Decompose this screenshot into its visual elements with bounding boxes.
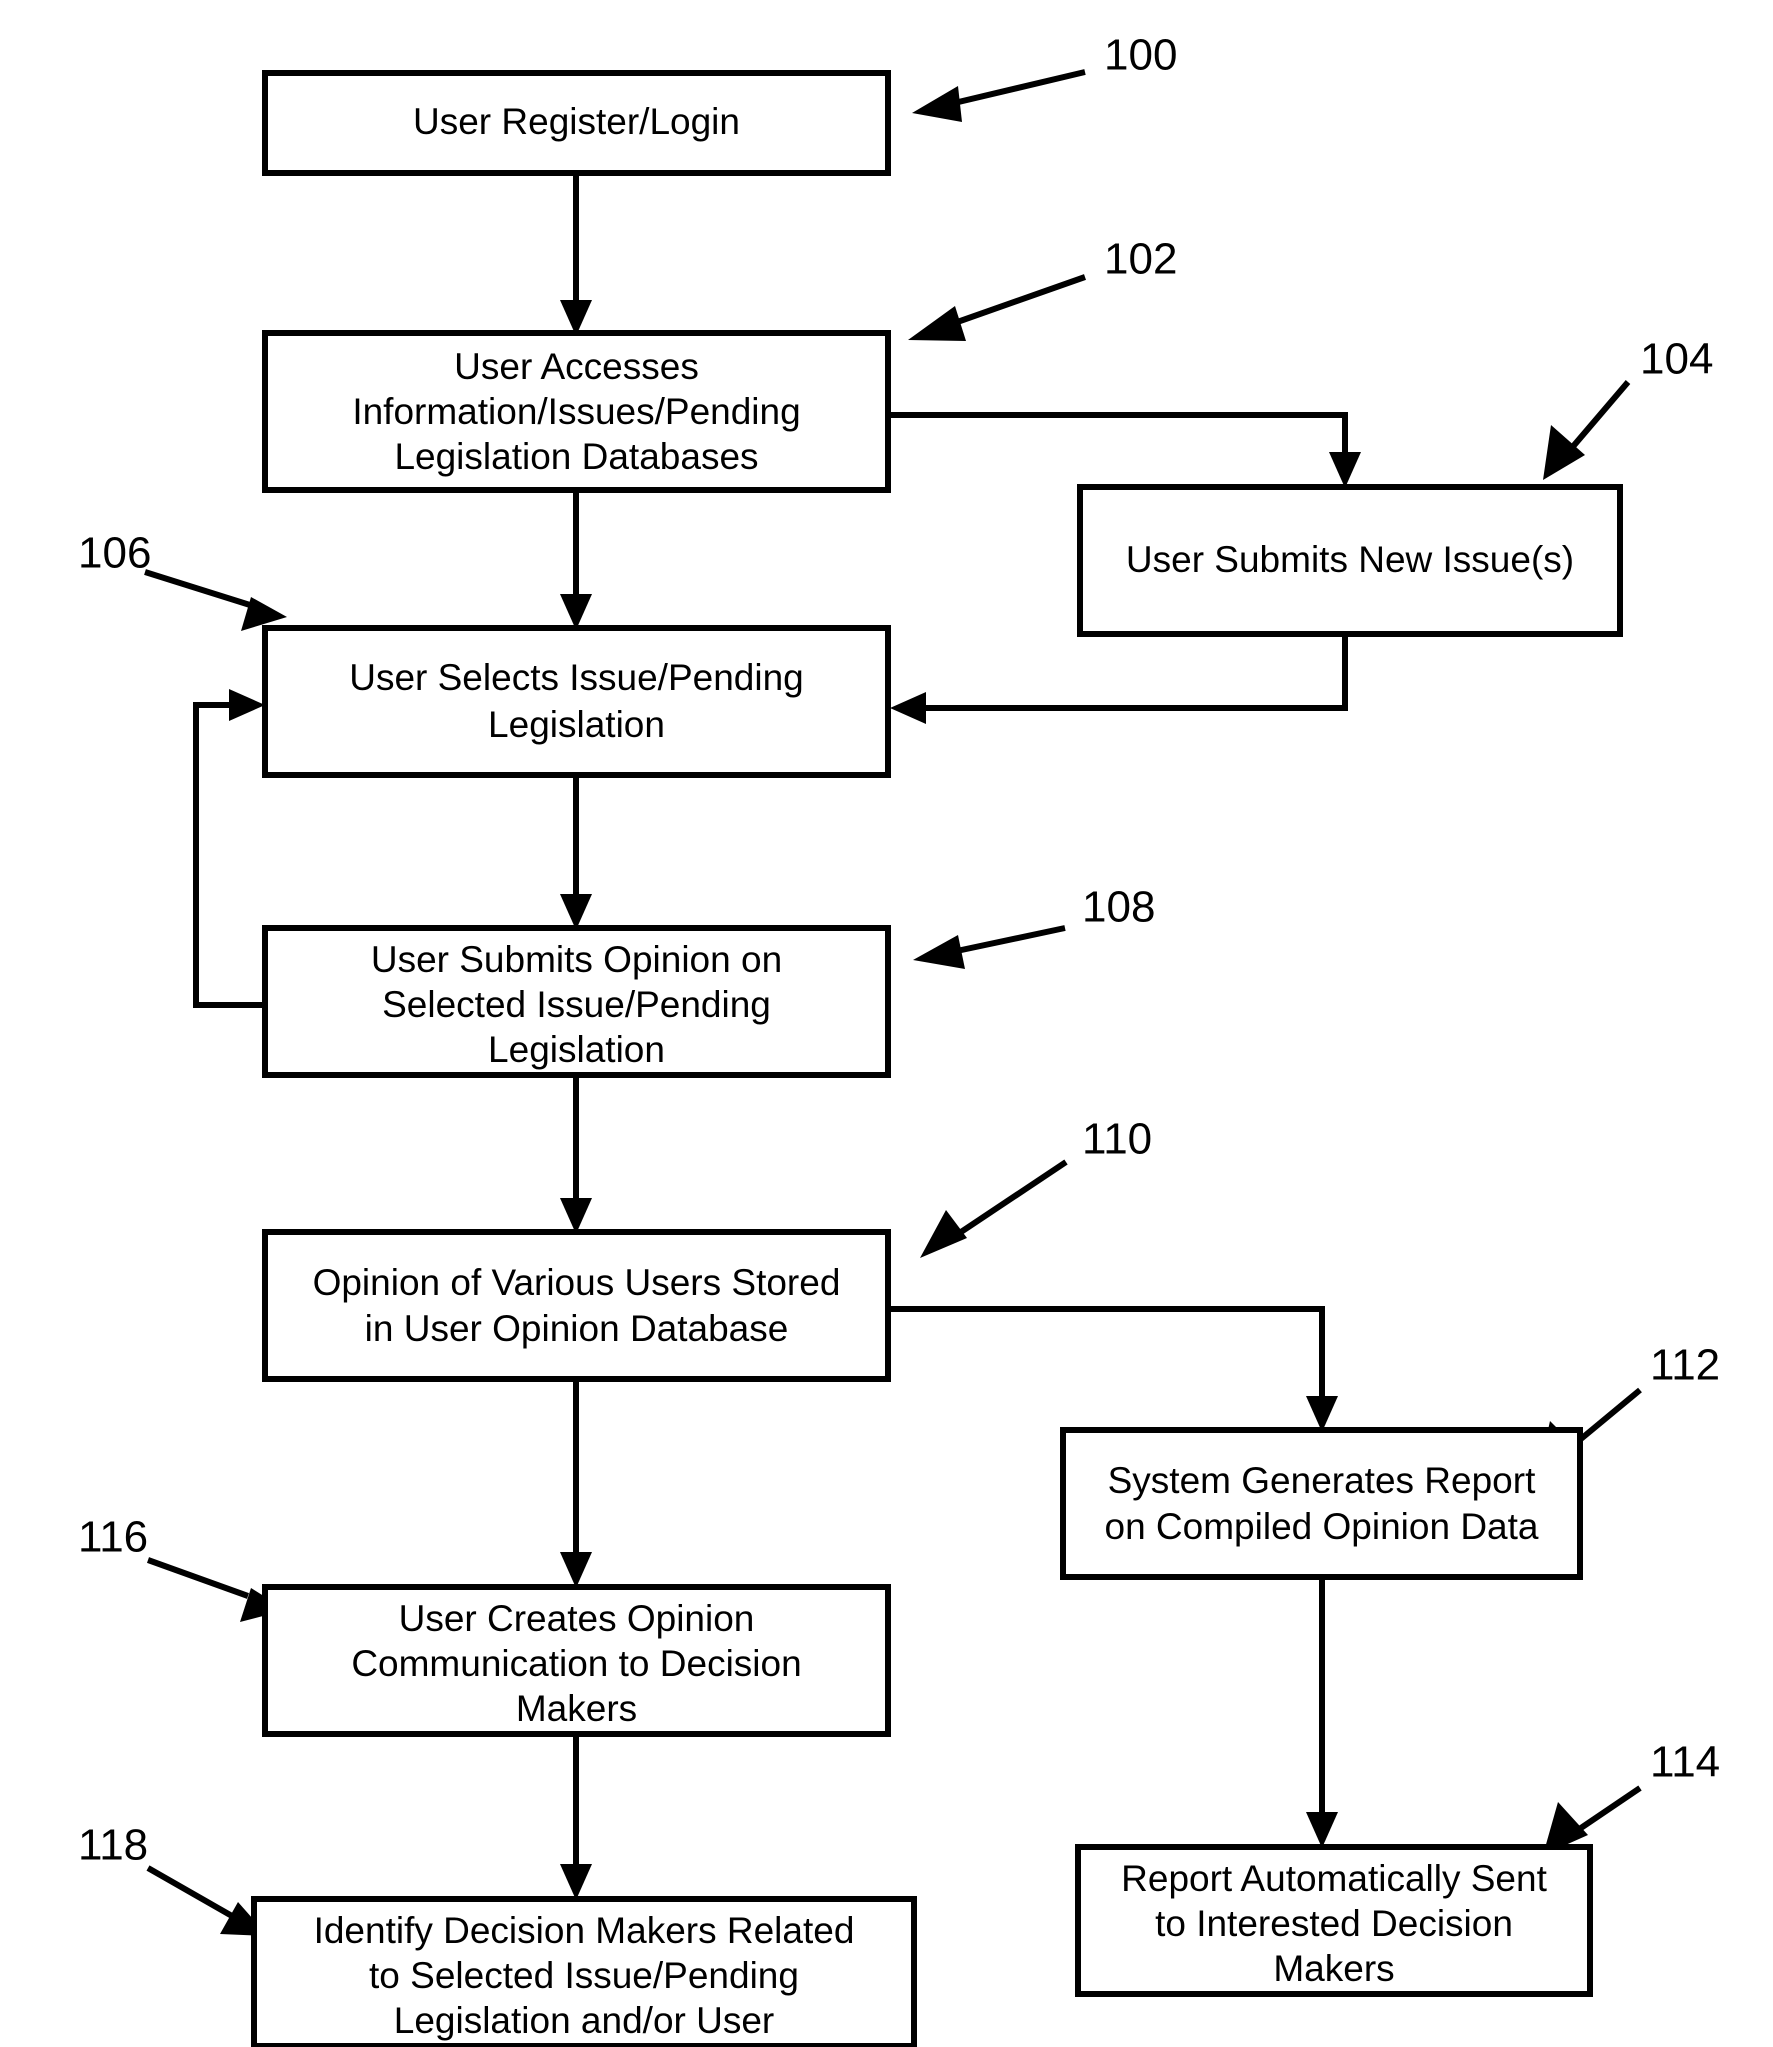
- node-116-line-3: Makers: [516, 1688, 637, 1729]
- flowchart-canvas: User Register/Login 100 User Accesses In…: [78, 31, 1720, 2047]
- ref-callout-104: [1543, 380, 1631, 480]
- connector-116-to-118: [560, 1734, 592, 1900]
- ref-label-112: 112: [1650, 1341, 1720, 1390]
- node-114[interactable]: Report Automatically Sent to Interested …: [1075, 1844, 1593, 1997]
- ref-callout-108: [913, 925, 1066, 969]
- node-110-line-1: Opinion of Various Users Stored: [313, 1262, 841, 1303]
- node-102-line-1: User Accesses: [454, 346, 699, 387]
- node-108-line-1: User Submits Opinion on: [371, 939, 782, 980]
- node-118[interactable]: Identify Decision Makers Related to Sele…: [251, 1896, 917, 2047]
- ref-label-102: 102: [1104, 235, 1177, 284]
- connector-104-to-106: [890, 634, 1348, 724]
- node-100-line-1: User Register/Login: [413, 101, 740, 142]
- ref-callout-106: [144, 569, 287, 631]
- node-106-line-1: User Selects Issue/Pending: [349, 657, 804, 698]
- node-118-line-2: to Selected Issue/Pending: [369, 1955, 799, 1996]
- node-106-line-2: Legislation: [488, 704, 665, 745]
- node-102[interactable]: User Accesses Information/Issues/Pending…: [262, 330, 891, 493]
- node-112-line-1: System Generates Report: [1108, 1460, 1536, 1501]
- node-114-line-1: Report Automatically Sent: [1121, 1858, 1547, 1899]
- ref-label-116: 116: [78, 1513, 148, 1562]
- ref-label-110: 110: [1082, 1115, 1152, 1164]
- node-118-line-3: Legislation and/or User: [394, 2000, 775, 2041]
- ref-label-114: 114: [1650, 1738, 1720, 1787]
- node-114-line-2: to Interested Decision: [1155, 1903, 1513, 1944]
- node-112-box[interactable]: [1060, 1427, 1583, 1580]
- node-110-line-2: in User Opinion Database: [365, 1308, 789, 1349]
- node-106[interactable]: User Selects Issue/Pending Legislation: [262, 625, 891, 778]
- node-114-line-3: Makers: [1273, 1948, 1394, 1989]
- node-112-line-2: on Compiled Opinion Data: [1105, 1506, 1539, 1547]
- node-102-line-3: Legislation Databases: [394, 436, 758, 477]
- node-116-line-1: User Creates Opinion: [399, 1598, 755, 1639]
- connector-108-to-110: [560, 1075, 592, 1234]
- ref-label-108: 108: [1082, 883, 1155, 932]
- ref-label-104: 104: [1640, 335, 1713, 384]
- node-110-box[interactable]: [262, 1229, 891, 1382]
- ref-callout-100: [912, 69, 1086, 122]
- connector-102-to-106: [560, 490, 592, 630]
- node-104[interactable]: User Submits New Issue(s): [1077, 484, 1623, 637]
- node-116[interactable]: User Creates Opinion Communication to De…: [262, 1584, 891, 1737]
- node-104-line-1: User Submits New Issue(s): [1126, 539, 1574, 580]
- connector-110-to-112: [888, 1306, 1338, 1432]
- flowchart-page: User Register/Login 100 User Accesses In…: [0, 0, 1773, 2047]
- node-108-line-3: Legislation: [488, 1029, 665, 1070]
- node-108-line-2: Selected Issue/Pending: [382, 984, 771, 1025]
- connector-112-to-114: [1306, 1577, 1338, 1848]
- ref-callout-118: [146, 1865, 268, 1936]
- connector-106-to-108: [560, 775, 592, 930]
- node-108[interactable]: User Submits Opinion on Selected Issue/P…: [262, 925, 891, 1078]
- connector-100-to-102: [560, 173, 592, 336]
- ref-label-106: 106: [78, 529, 151, 578]
- ref-label-100: 100: [1104, 31, 1177, 80]
- ref-callout-102: [908, 274, 1086, 341]
- connector-110-to-116: [560, 1379, 592, 1588]
- ref-label-118: 118: [78, 1821, 148, 1870]
- connector-108-to-106-feedback: [193, 689, 265, 1008]
- node-110[interactable]: Opinion of Various Users Stored in User …: [262, 1229, 891, 1382]
- node-118-line-1: Identify Decision Makers Related: [314, 1910, 855, 1951]
- node-100[interactable]: User Register/Login: [262, 70, 891, 176]
- node-102-line-2: Information/Issues/Pending: [352, 391, 800, 432]
- connector-102-to-104: [888, 412, 1361, 488]
- node-116-line-2: Communication to Decision: [351, 1643, 801, 1684]
- node-106-box[interactable]: [262, 625, 891, 778]
- node-112[interactable]: System Generates Report on Compiled Opin…: [1060, 1427, 1583, 1580]
- ref-callout-110: [920, 1159, 1068, 1258]
